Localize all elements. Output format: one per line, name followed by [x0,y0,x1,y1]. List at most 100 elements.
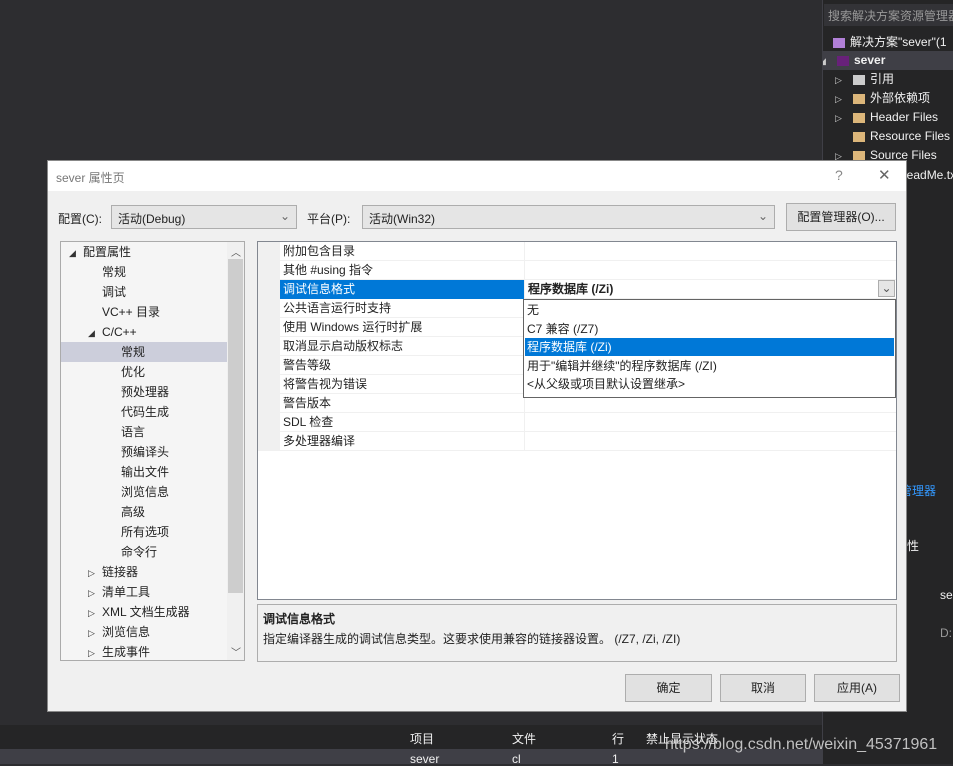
tree-item[interactable]: 代码生成 [61,402,227,422]
dropdown-option[interactable]: 程序数据库 (/Zi) [525,338,894,356]
config-label: 配置(C): [58,212,102,226]
expand-icon[interactable]: ▷ [835,90,853,108]
tree-scrollbar[interactable]: ︿ ﹀ [227,242,244,660]
collapsed-icon[interactable]: ▷ [88,583,102,603]
tree-item-label: 配置属性 [83,245,132,259]
solution-icon [833,37,845,48]
tree-item[interactable]: 浏览信息 [61,482,227,502]
col-line[interactable]: 行 [612,730,624,747]
property-name: 将警告视为错误 [283,377,368,391]
tree-item-label: 常规 [102,265,127,279]
debug-format-dropdown[interactable]: 无 C7 兼容 (/Z7) 程序数据库 (/Zi) 用于"编辑并继续"的程序数据库 (… [523,299,896,398]
collapsed-icon[interactable]: ▷ [88,563,102,583]
tree-item[interactable]: 语言 [61,422,227,442]
property-row[interactable]: 附加包含目录 [258,242,896,261]
tree-item[interactable]: ▷ 浏览信息 [61,622,227,642]
property-name: 其他 #using 指令 [283,263,374,277]
property-name: 取消显示启动版权标志 [283,339,404,353]
property-row[interactable]: 多处理器编译 [258,432,896,451]
dropdown-option[interactable]: 无 [525,301,894,319]
solution-item[interactable]: 解决方案"sever"(1 [823,33,953,52]
dropdown-option[interactable]: 用于"编辑并继续"的程序数据库 (/ZI) [525,357,894,375]
expanded-icon[interactable]: ◢ [823,52,837,70]
solution-search-input[interactable]: 搜索解决方案资源管理器 [824,4,953,26]
solution-item[interactable]: ▷ 外部依赖项 [823,89,953,108]
tree-item[interactable]: 优化 [61,362,227,382]
tree-item[interactable]: ▷ 清单工具 [61,582,227,602]
platform-value: 活动(Win32) [369,212,436,226]
tree-item[interactable]: ▷ 链接器 [61,562,227,582]
property-value[interactable] [524,242,896,261]
tree-item[interactable]: 高级 [61,502,227,522]
ok-button[interactable]: 确定 [625,674,712,702]
expanded-icon[interactable]: ◢ [88,323,102,343]
tree-item-label: 高级 [121,505,146,519]
help-button[interactable]: ? [835,167,843,183]
property-value[interactable] [524,432,896,451]
dialog-title: sever 属性页 [56,171,125,185]
collapsed-icon[interactable]: ▷ [88,643,102,663]
tree-item[interactable]: 常规 [61,342,227,362]
solution-item[interactable]: ▷ Header Files [823,108,953,127]
folder-icon [853,131,865,142]
scroll-thumb[interactable] [228,259,243,593]
tree-item[interactable]: 预处理器 [61,382,227,402]
tree-item[interactable]: 调试 [61,282,227,302]
apply-button[interactable]: 应用(A) [814,674,900,702]
property-name: SDL 检查 [283,415,334,429]
property-row[interactable]: 调试信息格式 程序数据库 (/Zi) ⌄ [258,280,896,299]
tree-item[interactable]: 命令行 [61,542,227,562]
expand-icon[interactable]: ▷ [835,71,853,89]
solution-item[interactable]: ◢ sever [823,51,953,70]
folder-icon [853,112,865,123]
property-name: 使用 Windows 运行时扩展 [283,320,423,334]
tree-item-label: 链接器 [102,565,139,579]
platform-select[interactable]: 活动(Win32) ⌄ [362,205,775,229]
expanded-icon[interactable]: ◢ [69,243,83,263]
cancel-button[interactable]: 取消 [720,674,806,702]
property-name: 附加包含目录 [283,244,356,258]
property-name: 警告版本 [283,396,332,410]
solution-item[interactable]: ▷ 引用 [823,70,953,89]
config-select[interactable]: 活动(Debug) ⌄ [111,205,297,229]
property-row[interactable]: SDL 检查 [258,413,896,432]
property-name: 多处理器编译 [283,434,356,448]
tree-item-label: 语言 [121,425,146,439]
config-manager-button[interactable]: 配置管理器(O)... [786,203,896,231]
dropdown-chevron-icon[interactable]: ⌄ [878,280,895,297]
collapsed-icon[interactable]: ▷ [88,623,102,643]
solution-item-label: 引用 [870,72,895,86]
solution-item-label: Resource Files [870,129,951,143]
close-button[interactable]: ✕ [878,166,891,184]
property-pages-dialog: sever 属性页 ? ✕ 配置(C): 活动(Debug) ⌄ 平台(P): 活… [47,160,907,712]
property-value[interactable] [524,261,896,280]
property-value[interactable]: 程序数据库 (/Zi) [524,280,896,299]
tree-item[interactable]: 输出文件 [61,462,227,482]
tree-item-label: 输出文件 [121,465,170,479]
scroll-down-icon[interactable]: ﹀ [231,644,241,659]
tree-item-label: 清单工具 [102,585,151,599]
tree-item[interactable]: 常规 [61,262,227,282]
tree-item[interactable]: ▷ XML 文档生成器 [61,602,227,622]
dropdown-option[interactable]: <从父级或项目默认设置继承> [525,375,894,393]
tree-item[interactable]: 预编译头 [61,442,227,462]
solution-item[interactable]: Resource Files [823,127,953,146]
tree-item[interactable]: ◢ 配置属性 [61,242,227,262]
tree-item-label: 浏览信息 [121,485,170,499]
dropdown-option[interactable]: C7 兼容 (/Z7) [525,320,894,338]
property-value[interactable] [524,413,896,432]
references-icon [853,74,865,85]
scroll-up-icon[interactable]: ︿ [231,244,241,259]
collapsed-icon[interactable]: ▷ [88,603,102,623]
property-row[interactable]: 其他 #using 指令 [258,261,896,280]
tree-item[interactable]: ▷ 生成事件 [61,642,227,662]
tree-item-label: 命令行 [121,545,158,559]
prop-cell: se [940,588,953,602]
tree-item[interactable]: VC++ 目录 [61,302,227,322]
prop-cell: D: [940,626,952,640]
tree-item[interactable]: 所有选项 [61,522,227,542]
col-project[interactable]: 项目 [410,730,434,747]
tree-item[interactable]: ◢ C/C++ [61,322,227,342]
col-file[interactable]: 文件 [512,730,536,747]
expand-icon[interactable]: ▷ [835,109,853,127]
